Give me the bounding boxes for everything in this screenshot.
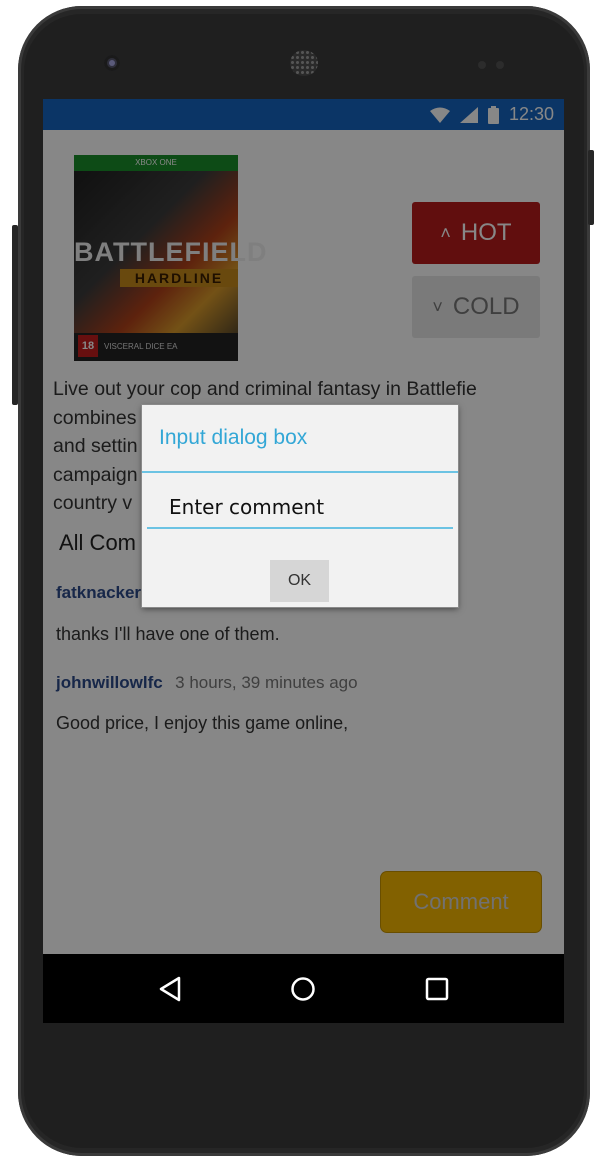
back-button[interactable]: [150, 969, 190, 1009]
home-icon: [291, 976, 316, 1001]
dialog-divider: [142, 471, 458, 473]
navigation-bar: [43, 954, 564, 1023]
earpiece-speaker: [290, 50, 318, 76]
front-camera: [104, 55, 120, 71]
volume-button: [12, 225, 18, 405]
recents-icon: [425, 977, 449, 1000]
sensors: [478, 56, 518, 69]
recents-button[interactable]: [417, 969, 457, 1009]
power-button: [588, 150, 594, 225]
screen: 12:30 XBOX ONE BATTLEFIELD HARDLINE VISC…: [43, 99, 564, 1023]
dialog-title: Input dialog box: [159, 426, 308, 449]
ok-button[interactable]: OK: [270, 560, 329, 602]
back-icon: [159, 976, 181, 1001]
comment-input[interactable]: [147, 487, 453, 529]
home-button[interactable]: [283, 969, 323, 1009]
input-dialog: Input dialog box OK: [142, 405, 458, 607]
